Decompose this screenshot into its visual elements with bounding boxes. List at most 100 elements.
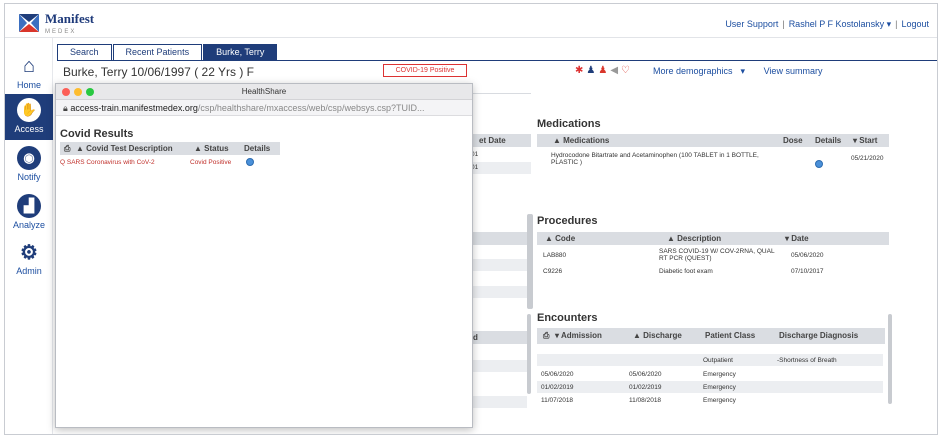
procedure-description: SARS COVID-19 W/ COV-2RNA, QUAL RT PCR (… <box>659 248 775 262</box>
user-nav: User Support | Rashel P F Kostolansky ▾ | Lo… <box>725 19 929 29</box>
encounter-discharge: 01/02/2019 <box>629 384 662 391</box>
nav-home[interactable]: ⌂ Home <box>5 50 53 96</box>
procedure-code: C9226 <box>543 268 563 275</box>
encounter-class: Emergency <box>703 371 736 378</box>
encounters-col-admission[interactable]: ▾ Admission <box>555 331 602 340</box>
person-icon[interactable]: ♟ <box>586 65 595 76</box>
maximize-window-icon[interactable] <box>86 88 94 96</box>
encounter-class: Emergency <box>703 397 736 404</box>
close-window-icon[interactable] <box>62 88 70 96</box>
nav-notify[interactable]: ◉ Notify <box>5 142 53 188</box>
covid-col-status[interactable]: ▲ Status <box>194 144 229 153</box>
print-icon[interactable]: ⎙ <box>543 331 549 341</box>
user-support-link[interactable]: User Support <box>725 19 778 29</box>
encounter-diagnosis: -Shortness of Breath <box>777 357 837 364</box>
nav-home-label: Home <box>16 80 41 90</box>
hidden-row <box>471 360 527 372</box>
top-header: Manifest MEDEX User Support | Rashel P F K… <box>5 4 937 38</box>
hidden-table-head: d <box>471 331 527 344</box>
procedures-col-date[interactable]: ▾ Date <box>785 234 809 243</box>
url-bar[interactable]: 🔒︎ access-train.manifestmedex.org/csp/he… <box>56 100 472 116</box>
demographic-icons: ✱ ♟ ♟ ◀ ♡ <box>575 65 630 76</box>
covid-col-details[interactable]: Details <box>244 144 270 153</box>
encounter-class: Outpatient <box>703 357 733 364</box>
logout-link[interactable]: Logout <box>901 19 929 29</box>
medication-name: Hydrocodone Bitartrate and Acetaminophen… <box>551 152 759 166</box>
audio-icon[interactable]: ◀ <box>610 65 618 76</box>
medications-col-dose[interactable]: Dose <box>783 136 803 145</box>
nav-access[interactable]: ✋ Access <box>5 94 53 140</box>
table-row[interactable]: Q SARS Coronavirus with CoV-2 Covid Posi… <box>60 158 254 166</box>
encounters-scrollbar[interactable] <box>888 314 892 404</box>
tab-recent-patients[interactable]: Recent Patients <box>112 44 203 60</box>
user-menu[interactable]: Rashel P F Kostolansky ▾ <box>789 19 891 29</box>
left-nav: ⌂ Home ✋ Access ◉ Notify ▟ Analyze ⚙ Adm… <box>5 38 53 434</box>
medication-start: 05/21/2020 <box>851 155 884 162</box>
logo-name: Manifest <box>45 11 95 26</box>
hidden-col-header: et Date <box>479 136 506 145</box>
covid-results-title: Covid Results <box>60 128 134 140</box>
hidden-row <box>471 396 527 408</box>
nav-admin[interactable]: ⚙ Admin <box>5 236 53 282</box>
hidden-row <box>471 259 527 271</box>
encounters-title: Encounters <box>537 312 598 324</box>
logo-subtitle: MEDEX <box>45 29 77 35</box>
medications-col-name[interactable]: ▲ Medications <box>553 136 609 145</box>
chevron-down-icon: ▾ <box>740 66 746 76</box>
healthshare-popup: HealthShare 🔒︎ access-train.manifestmede… <box>55 83 473 428</box>
person-alert-icon[interactable]: ♟ <box>598 65 607 76</box>
procedures-col-code[interactable]: ▲ Code <box>545 234 575 243</box>
medications-table-head: ▲ Medications Dose Details ▾ Start <box>537 134 889 147</box>
minimize-window-icon[interactable] <box>74 88 82 96</box>
patient-name: Burke, Terry 10/06/1997 ( 22 Yrs ) F <box>63 65 254 79</box>
encounter-admission: 01/02/2019 <box>541 384 574 391</box>
manifest-logo[interactable]: Manifest MEDEX <box>17 10 94 36</box>
popup-window-title: HealthShare <box>241 87 287 96</box>
procedure-code: LAB880 <box>543 252 567 259</box>
encounters-col-class[interactable]: Patient Class <box>705 331 755 340</box>
heart-icon[interactable]: ♡ <box>621 65 630 76</box>
demographic-links: More demographics ▾ View summary <box>653 66 830 77</box>
more-demographics-link[interactable]: More demographics ▾ <box>653 66 753 76</box>
covid-test-description: Q SARS Coronavirus with CoV-2 <box>60 159 155 166</box>
medications-col-details[interactable]: Details <box>815 136 841 145</box>
gear-icon: ⚙ <box>20 241 38 264</box>
procedures-col-description[interactable]: ▲ Description <box>667 234 721 243</box>
encounters-col-discharge[interactable]: ▲ Discharge <box>633 331 682 340</box>
covid-table-head: ⎙ ▲ Covid Test Description ▲ Status Deta… <box>60 142 280 155</box>
covid-col-description[interactable]: ▲ Covid Test Description <box>76 144 173 153</box>
logo-mark-icon <box>19 14 39 32</box>
procedures-scrollbar[interactable] <box>529 214 533 309</box>
app-window: Manifest MEDEX User Support | Rashel P F K… <box>4 3 938 435</box>
lock-icon: 🔒︎ <box>63 103 68 113</box>
nav-analyze[interactable]: ▟ Analyze <box>5 190 53 236</box>
divider <box>471 93 531 94</box>
hidden-table-head <box>471 232 527 245</box>
tab-patient[interactable]: Burke, Terry <box>203 44 278 60</box>
encounters-col-diagnosis[interactable]: Discharge Diagnosis <box>779 331 858 340</box>
scrollbar[interactable] <box>527 314 531 394</box>
asterisk-icon[interactable]: ✱ <box>575 65 583 76</box>
nav-admin-label: Admin <box>16 266 42 276</box>
encounter-class: Emergency <box>703 384 736 391</box>
procedures-title: Procedures <box>537 215 598 227</box>
details-globe-icon[interactable] <box>246 158 254 168</box>
details-globe-icon[interactable] <box>815 155 823 173</box>
url-path: /csp/healthshare/mxaccess/web/csp/websys… <box>197 103 425 113</box>
tab-search[interactable]: Search <box>57 44 112 60</box>
nav-notify-label: Notify <box>17 172 41 182</box>
more-demographics-label: More demographics <box>653 66 733 76</box>
access-icon: ✋ <box>17 98 41 122</box>
patient-tabs: Search Recent Patients Burke, Terry <box>57 44 278 60</box>
encounter-discharge: 11/08/2018 <box>629 397 662 404</box>
encounter-admission: 05/06/2020 <box>541 371 574 378</box>
encounters-table-head: ⎙ ▾ Admission ▲ Discharge Patient Class … <box>537 328 885 344</box>
medications-col-start[interactable]: ▾ Start <box>853 136 877 145</box>
view-summary-link[interactable]: View summary <box>764 66 823 76</box>
nav-access-label: Access <box>14 124 44 134</box>
covid-test-status: Covid Positive <box>190 159 232 166</box>
print-icon[interactable]: ⎙ <box>64 144 70 154</box>
popup-title-bar[interactable]: HealthShare <box>56 84 472 100</box>
hidden-col-header: d <box>473 333 478 342</box>
procedure-date: 07/10/2017 <box>791 268 824 275</box>
